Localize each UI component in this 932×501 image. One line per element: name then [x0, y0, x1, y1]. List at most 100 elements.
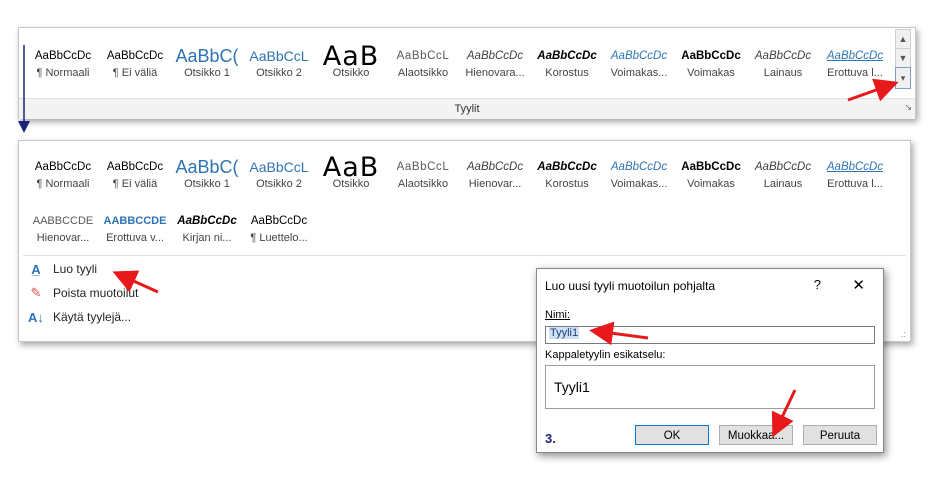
- style-tile[interactable]: AaBbCcDc Lainaus: [747, 147, 819, 193]
- style-name: Hienovar...: [468, 178, 522, 190]
- create-style-menu-item[interactable]: A̲ Luo tyyli: [27, 259, 97, 279]
- style-name: Alaotsikko: [397, 67, 449, 79]
- style-name: Alaotsikko: [397, 178, 449, 190]
- style-name: Lainaus: [763, 67, 803, 79]
- ribbon-styles-gallery: AaBbCcDc ¶ Normaali AaBbCcDc ¶ Ei väliä AaBb…: [18, 27, 916, 119]
- style-preview: AABBCCDE: [32, 215, 94, 227]
- apply-styles-menu-item[interactable]: A↓ Käytä tyylejä...: [27, 307, 131, 327]
- style-tile[interactable]: AaBbCcL Otsikko 2: [243, 147, 315, 193]
- style-name: Hienovar...: [36, 232, 90, 244]
- style-tile[interactable]: AaBbCcDc Voimakas: [675, 147, 747, 193]
- style-tile[interactable]: AABBCCDE Hienovar...: [27, 201, 99, 247]
- style-name: Lainaus: [763, 178, 803, 190]
- style-tile[interactable]: AaB Otsikko: [315, 36, 387, 82]
- dialog-launcher-icon[interactable]: ↘: [904, 97, 912, 117]
- style-name: Erottuva v...: [106, 232, 164, 244]
- close-button[interactable]: ✕: [852, 276, 865, 294]
- create-style-icon: A̲: [31, 261, 41, 277]
- apply-styles-icon: A↓: [28, 309, 44, 325]
- style-tile[interactable]: AaBbCcDc Erottuva l...: [819, 36, 891, 82]
- menu-divider: [23, 255, 906, 256]
- style-preview: AaBbCcDc: [610, 161, 668, 173]
- style-name: Voimakas...: [610, 178, 668, 190]
- style-tile[interactable]: AaBbCcDc Lainaus: [747, 36, 819, 82]
- style-tile[interactable]: AaBbCcDc Voimakas...: [603, 36, 675, 82]
- style-preview: AaBbCcDc: [34, 161, 92, 173]
- style-name: Voimakas...: [610, 67, 668, 79]
- style-tile[interactable]: AaBbCcL Otsikko 2: [243, 36, 315, 82]
- create-style-dialog: Luo uusi tyyli muotoilun pohjalta ? ✕ Ni…: [536, 268, 884, 453]
- style-preview: AaBbCcDc: [826, 161, 884, 173]
- style-tile[interactable]: AaB Otsikko: [315, 147, 387, 193]
- style-preview: AaBbCcDc: [754, 161, 812, 173]
- style-tile[interactable]: AaBbCcDc ¶ Normaali: [27, 147, 99, 193]
- style-name: ¶ Ei väliä: [112, 178, 158, 190]
- modify-button[interactable]: Muokkaa...: [719, 425, 793, 445]
- style-preview: AaBbCcDc: [177, 215, 237, 227]
- style-tile[interactable]: AABBCCDE Erottuva v...: [99, 201, 171, 247]
- style-name-value: Tyyli1: [549, 327, 580, 339]
- style-name: Otsikko: [332, 67, 370, 79]
- style-preview: AaBbCcDc: [537, 161, 597, 173]
- style-tile[interactable]: AaBbCcDc Hienovar...: [459, 147, 531, 193]
- style-preview: AaBbC(: [175, 45, 239, 66]
- style-preview: AaBbCcDc: [466, 161, 524, 173]
- resize-grip-icon[interactable]: .:: [901, 329, 906, 339]
- style-name: Otsikko 2: [256, 178, 302, 190]
- style-tile[interactable]: AaBbCcL Alaotsikko: [387, 36, 459, 82]
- style-tile[interactable]: AaBbCcL Alaotsikko: [387, 147, 459, 193]
- style-name: Erottuva l...: [827, 178, 883, 190]
- style-preview: AaBbCcDc: [681, 50, 741, 62]
- style-tile[interactable]: AaBbCcDc Hienovara...: [459, 36, 531, 82]
- style-tile[interactable]: AaBbCcDc Voimakas: [675, 36, 747, 82]
- style-tile[interactable]: AaBbCcDc Erottuva l...: [819, 147, 891, 193]
- style-tile[interactable]: AaBbCcDc Kirjan ni...: [171, 201, 243, 247]
- cancel-button[interactable]: Peruuta: [803, 425, 877, 445]
- style-tile[interactable]: AaBbCcDc ¶ Ei väliä: [99, 147, 171, 193]
- style-tile[interactable]: AaBbCcDc ¶ Normaali: [27, 36, 99, 82]
- style-name: Kirjan ni...: [182, 232, 232, 244]
- style-preview: AaB: [322, 42, 380, 70]
- gallery-scroll-up-button[interactable]: ▲: [895, 29, 911, 49]
- style-preview: AABBCCDE: [103, 215, 167, 227]
- style-tile[interactable]: AaBbCcDc ¶ Ei väliä: [99, 36, 171, 82]
- style-tile[interactable]: AaBbCcDc Korostus: [531, 147, 603, 193]
- style-name: Voimakas: [687, 67, 735, 79]
- style-preview: AaBbCcL: [249, 48, 309, 64]
- style-tile[interactable]: AaBbCcDc Korostus: [531, 36, 603, 82]
- style-preview: AaBbCcDc: [34, 50, 92, 62]
- step-3-marker: 3.: [545, 431, 556, 446]
- style-tile[interactable]: AaBbCcDc ¶ Luettelo...: [243, 201, 315, 247]
- style-name: ¶ Luettelo...: [250, 232, 308, 244]
- style-preview: AaB: [322, 153, 380, 181]
- style-name: Korostus: [545, 178, 589, 190]
- style-name: Otsikko: [332, 178, 370, 190]
- style-name: Otsikko 1: [184, 178, 230, 190]
- name-field-label: Nimi:: [545, 309, 571, 321]
- style-name: ¶ Normaali: [36, 178, 90, 190]
- ok-button[interactable]: OK: [635, 425, 709, 445]
- paragraph-style-preview: Tyyli1: [545, 365, 875, 409]
- eraser-icon: ✎: [30, 285, 42, 300]
- style-name: Erottuva l...: [827, 67, 883, 79]
- style-preview: AaBbCcDc: [537, 50, 597, 62]
- style-name: Otsikko 2: [256, 67, 302, 79]
- style-preview: AaBbCcDc: [754, 50, 812, 62]
- help-button[interactable]: ?: [814, 277, 821, 292]
- create-style-label: Luo tyyli: [53, 262, 98, 276]
- style-preview: AaBbCcDc: [106, 50, 164, 62]
- preview-text: Tyyli1: [554, 379, 590, 395]
- styles-group-label: Tyylit ↘: [19, 98, 915, 119]
- style-tile[interactable]: AaBbCcDc Voimakas...: [603, 147, 675, 193]
- style-name: Voimakas: [687, 178, 735, 190]
- clear-formatting-menu-item[interactable]: ✎ Poista muotoilut: [27, 283, 139, 303]
- style-preview: AaBbCcL: [396, 50, 450, 62]
- clear-formatting-label: Poista muotoilut: [53, 286, 139, 300]
- gallery-more-button[interactable]: ▾: [895, 67, 911, 89]
- style-name-input[interactable]: Tyyli1: [545, 326, 875, 344]
- gallery-scroll-down-button[interactable]: ▼: [895, 48, 911, 68]
- style-preview: AaBbCcDc: [681, 161, 741, 173]
- style-preview: AaBbC(: [175, 156, 239, 177]
- style-tile[interactable]: AaBbC(Otsikko 1: [171, 36, 243, 82]
- style-tile[interactable]: AaBbC(Otsikko 1: [171, 147, 243, 193]
